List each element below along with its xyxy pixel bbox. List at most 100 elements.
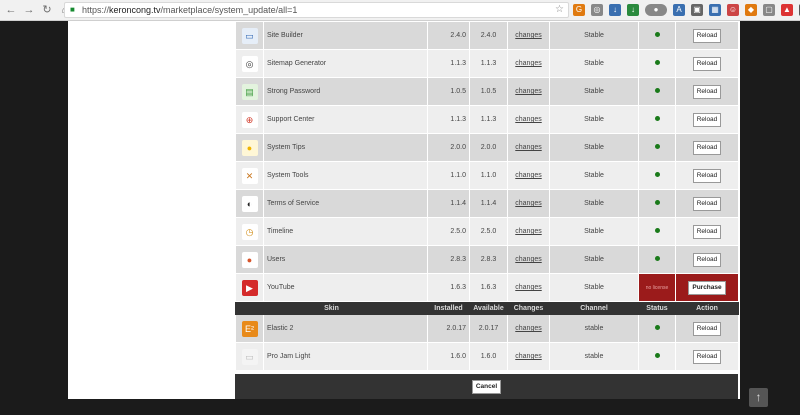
row-icon-cell: ● xyxy=(235,133,264,162)
plugin-row: ◎ Sitemap Generator 1.1.3 1.1.3 changes Stabl… xyxy=(235,49,739,78)
changes-link[interactable]: changes xyxy=(507,217,550,246)
extension-icon[interactable]: ▣ xyxy=(691,4,703,16)
purchase-button[interactable]: Purchase xyxy=(688,280,726,295)
status-cell xyxy=(638,21,676,50)
password-icon: ▤ xyxy=(241,83,258,100)
row-icon-cell: ✕ xyxy=(235,161,264,190)
channel-value: Stable xyxy=(549,161,639,190)
changes-link[interactable]: changes xyxy=(507,49,550,78)
changes-link[interactable]: changes xyxy=(507,21,550,50)
system-update-panel: ▭ Site Builder 2.4.0 2.4.0 changes Stable Relo… xyxy=(235,21,739,399)
reload-button[interactable]: Reload xyxy=(692,56,722,71)
row-icon-cell: ⊕ xyxy=(235,105,264,134)
extension-icon[interactable]: G xyxy=(573,4,585,16)
url-scheme: https:// xyxy=(82,5,110,15)
plugin-row: ▶ YouTube 1.6.3 1.6.3 changes Stable no licens… xyxy=(235,273,739,302)
skin-name: Pro Jam Light xyxy=(263,342,428,371)
clock-icon: ◷ xyxy=(241,223,258,240)
bookmark-star-icon[interactable]: ☆ xyxy=(555,4,564,15)
channel-value: Stable xyxy=(549,273,639,302)
changes-link[interactable]: changes xyxy=(507,77,550,106)
extension-icon[interactable]: ↓ xyxy=(627,4,639,16)
status-ok-icon xyxy=(654,228,660,233)
channel-value: Stable xyxy=(549,77,639,106)
lifebuoy-icon: ⊕ xyxy=(241,111,258,128)
update-table: ▭ Site Builder 2.4.0 2.4.0 changes Stable Relo… xyxy=(235,21,739,371)
reload-button[interactable]: Reload xyxy=(692,224,722,239)
reload-button[interactable]: Reload xyxy=(692,252,722,267)
extension-icon[interactable]: ▲ xyxy=(781,4,793,16)
page-content: ▭ Site Builder 2.4.0 2.4.0 changes Stable Relo… xyxy=(68,21,740,399)
installed-version: 1.1.4 xyxy=(427,189,470,218)
extension-icon[interactable]: ↓ xyxy=(609,4,621,16)
changes-link[interactable]: changes xyxy=(507,133,550,162)
reload-button[interactable]: Reload xyxy=(692,168,722,183)
reload-button[interactable]: Reload xyxy=(692,196,722,211)
changes-link[interactable]: changes xyxy=(507,245,550,274)
extension-icon[interactable]: ◆ xyxy=(745,4,757,16)
reload-button[interactable]: Reload xyxy=(692,112,722,127)
installed-version: 1.6.0 xyxy=(427,342,470,371)
reload-icon[interactable]: ↻ xyxy=(40,3,54,17)
status-cell xyxy=(638,245,676,274)
extension-icon[interactable]: ▦ xyxy=(709,4,721,16)
plugin-name: Support Center xyxy=(263,105,428,134)
status-cell xyxy=(638,77,676,106)
action-cell: Reload xyxy=(675,245,739,274)
available-version: 1.1.0 xyxy=(469,161,508,190)
lightbulb-icon: ● xyxy=(241,139,258,156)
available-version: 2.4.0 xyxy=(469,21,508,50)
installed-version: 1.6.3 xyxy=(427,273,470,302)
skin-row: E² Elastic 2 2.0.17 2.0.17 changes stable Relo… xyxy=(235,314,739,343)
status-ok-icon xyxy=(654,172,660,177)
extension-icon[interactable]: ◎ xyxy=(591,4,603,16)
status-ok-icon xyxy=(654,32,660,37)
panel-footer: Cancel xyxy=(235,374,738,399)
changes-link[interactable]: changes xyxy=(507,273,550,302)
reload-button[interactable]: Reload xyxy=(692,140,722,155)
installed-version: 1.0.5 xyxy=(427,77,470,106)
action-cell: Reload xyxy=(675,189,739,218)
action-cell: Reload xyxy=(675,161,739,190)
reload-button[interactable]: Reload xyxy=(692,321,722,336)
changes-link[interactable]: changes xyxy=(507,342,550,371)
cancel-button[interactable]: Cancel xyxy=(471,379,502,394)
extensions-bar: G ◎ ↓ ↓ ● A ▣ ▦ ☺ ◆ ▢ ▲ ⋮ xyxy=(573,3,800,17)
changes-link[interactable]: changes xyxy=(507,189,550,218)
plugin-name: Strong Password xyxy=(263,77,428,106)
action-cell: Reload xyxy=(675,314,739,343)
installed-version: 1.1.3 xyxy=(427,49,470,78)
avatar-extension-icon[interactable]: ☺ xyxy=(727,4,739,16)
back-icon[interactable]: ← xyxy=(4,3,18,17)
plugin-name: Sitemap Generator xyxy=(263,49,428,78)
reload-button[interactable]: Reload xyxy=(692,28,722,43)
changes-link[interactable]: changes xyxy=(507,314,550,343)
status-cell xyxy=(638,161,676,190)
action-cell: Reload xyxy=(675,21,739,50)
reload-button[interactable]: Reload xyxy=(692,84,722,99)
plugin-row: ▤ Strong Password 1.0.5 1.0.5 changes Stable R… xyxy=(235,77,739,106)
plugin-row: ✕ System Tools 1.1.0 1.1.0 changes Stable Relo… xyxy=(235,161,739,190)
plugin-name: YouTube xyxy=(263,273,428,302)
installed-version: 2.0.17 xyxy=(427,314,470,343)
toggle-extension-icon[interactable]: ● xyxy=(645,4,667,16)
url-path: /marketplace/system_update/all=1 xyxy=(160,5,298,15)
changes-link[interactable]: changes xyxy=(507,161,550,190)
translate-extension-icon[interactable]: A xyxy=(673,4,685,16)
row-icon-cell: ◷ xyxy=(235,217,264,246)
action-cell: Reload xyxy=(675,49,739,78)
reload-button[interactable]: Reload xyxy=(692,349,722,364)
plugin-name: System Tips xyxy=(263,133,428,162)
address-bar[interactable]: ■ https://keroncong.tv/marketplace/syste… xyxy=(64,2,569,18)
plugin-name: Site Builder xyxy=(263,21,428,50)
row-icon-cell: ◐ xyxy=(235,189,264,218)
changes-link[interactable]: changes xyxy=(507,105,550,134)
channel-value: Stable xyxy=(549,133,639,162)
status-cell xyxy=(638,133,676,162)
status-ok-icon xyxy=(654,88,660,93)
extension-icon[interactable]: ▢ xyxy=(763,4,775,16)
scroll-to-top-button[interactable]: ↑ xyxy=(749,388,768,407)
status-ok-icon xyxy=(654,325,660,330)
forward-icon[interactable]: → xyxy=(22,3,36,17)
status-ok-icon xyxy=(654,353,660,358)
